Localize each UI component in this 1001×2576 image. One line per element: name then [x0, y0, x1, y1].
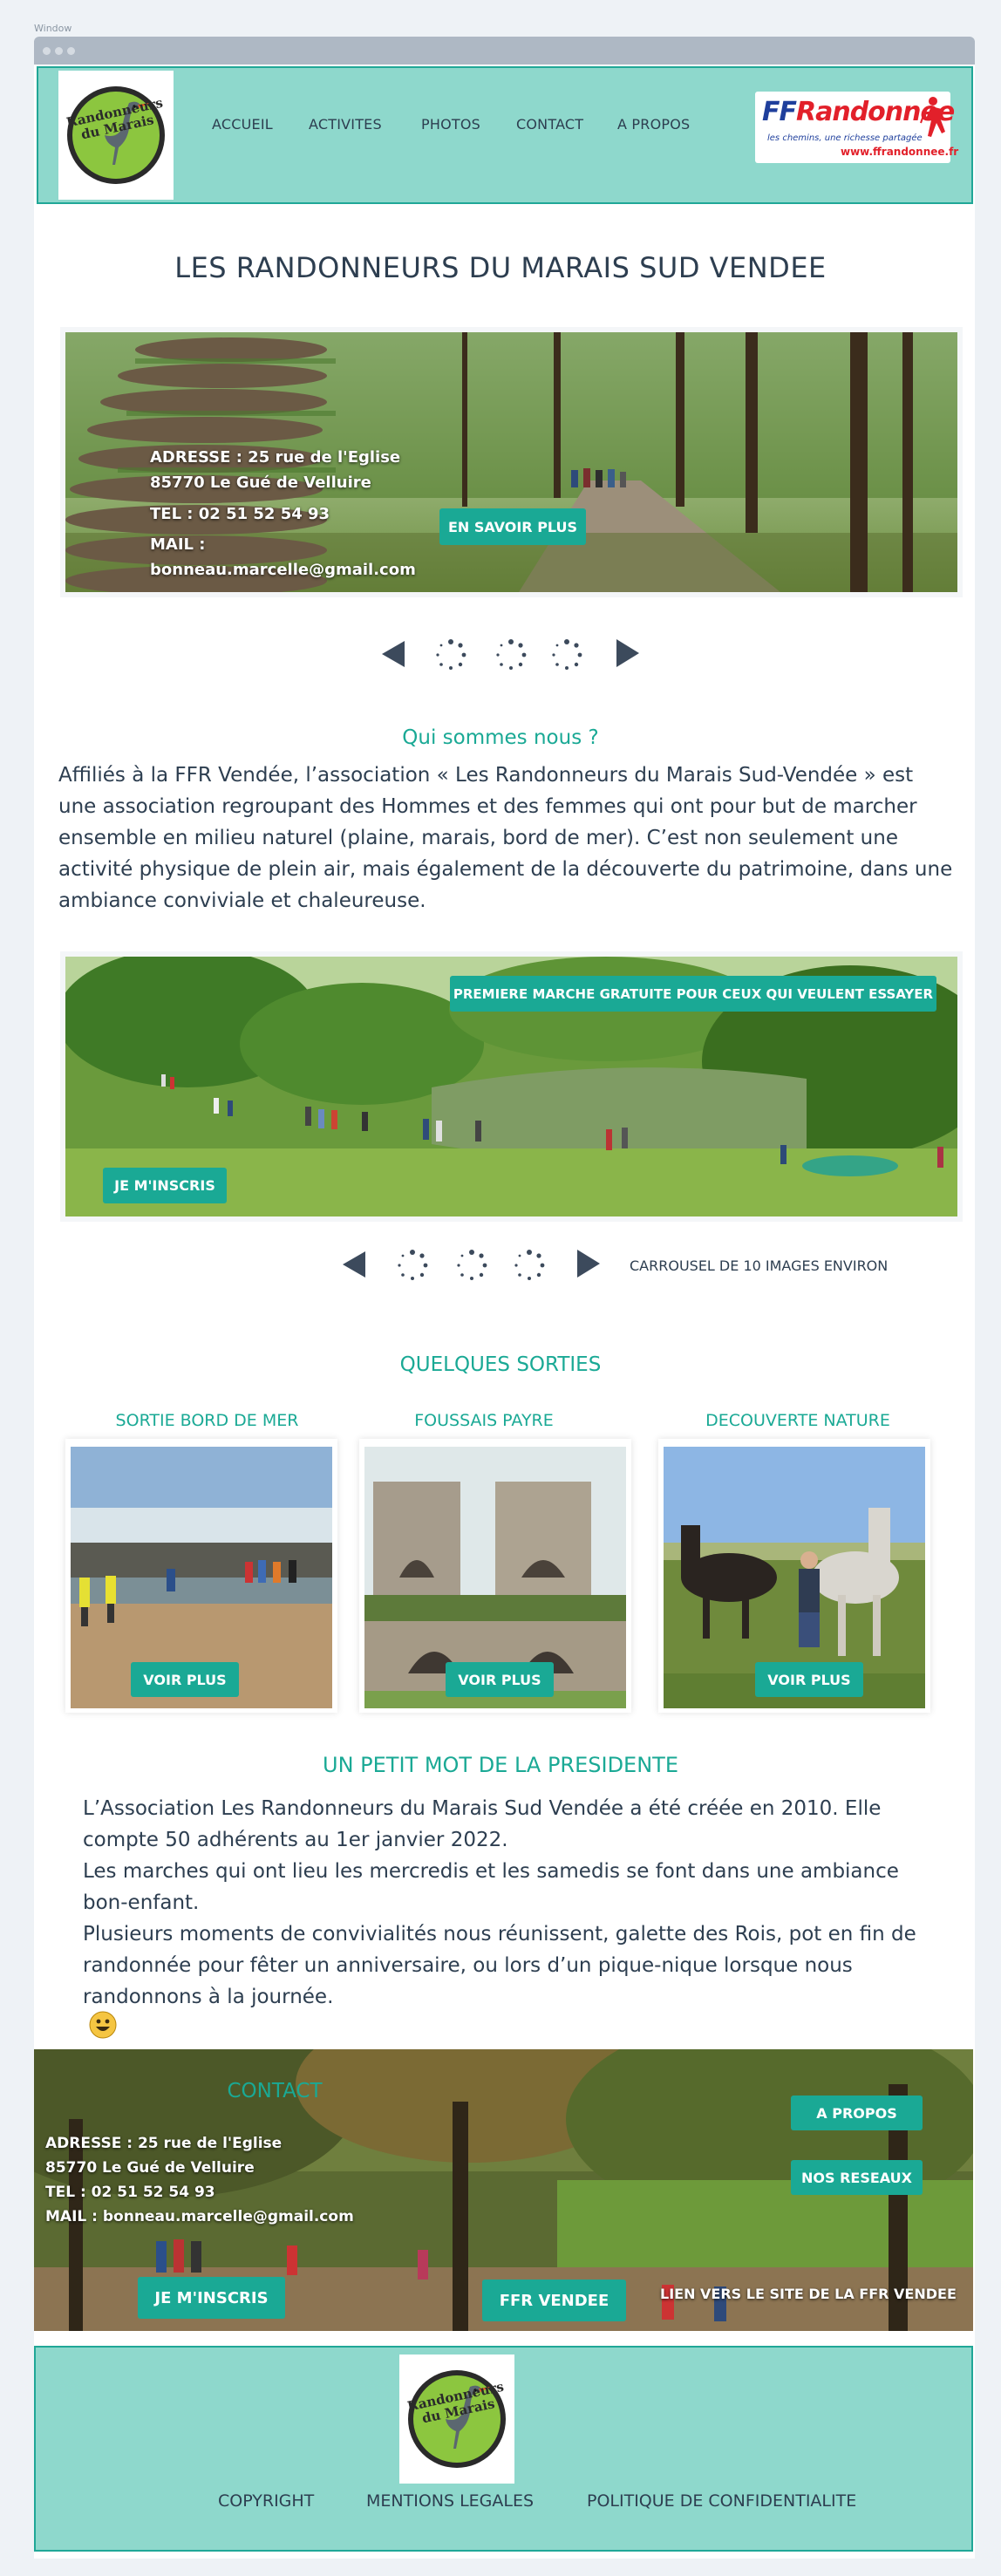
triangle-left-icon	[343, 1251, 365, 1278]
footer-club-logo[interactable]: Randonneurs du Marais	[399, 2355, 514, 2484]
president-text: L’Association Les Randonneurs du Marais …	[83, 1793, 955, 2013]
outings-title: QUELQUES SORTIES	[399, 1353, 602, 1376]
hero-address-line2: 85770 Le Gué de Velluire	[150, 474, 371, 492]
ffr-url: www.ffrandonnee.fr	[841, 146, 959, 158]
contact-address-line2: 85770 Le Gué de Velluire	[45, 2159, 255, 2177]
hero-dot-3[interactable]	[550, 638, 583, 675]
hero-mail-label: MAIL :	[150, 535, 206, 554]
voir-plus-foussais-payre-button[interactable]: VOIR PLUS	[446, 1662, 554, 1697]
window-label: Window	[34, 23, 72, 34]
loading-dots-icon	[514, 1250, 545, 1280]
carousel-dot-3[interactable]	[513, 1249, 546, 1285]
about-line: activité physique de plein air, mais éga…	[58, 858, 953, 881]
carousel-caption: CARROUSEL DE 10 IMAGES ENVIRON	[630, 1257, 889, 1274]
president-line: bon-enfant.	[83, 1891, 200, 1914]
president-line: randonnée pour fêter un anniversaire, ou…	[83, 1954, 853, 1977]
window-dot-minimize[interactable]	[55, 47, 63, 55]
ffr-logo-ff: FF	[762, 97, 797, 127]
club-logo[interactable]: Randonneurs du Marais	[58, 71, 174, 200]
hero-next-arrow[interactable]	[615, 637, 641, 672]
outing-title-bord-de-mer: SORTIE BORD DE MER	[115, 1411, 299, 1430]
nav-photos[interactable]: PHOTOS	[421, 116, 480, 133]
loading-dots-icon	[398, 1250, 428, 1280]
footer-link-copyright[interactable]: COPYRIGHT	[218, 2491, 314, 2511]
smiley-emoji-icon	[89, 2011, 117, 2042]
contact-tel: TEL : 02 51 52 54 93	[45, 2184, 215, 2201]
contact-address-line1: ADRESSE : 25 rue de l'Eglise	[45, 2135, 283, 2152]
outing-title-foussais-payre: FOUSSAIS PAYRE	[414, 1411, 554, 1430]
nav-contact[interactable]: CONTACT	[516, 116, 583, 133]
president-line: L’Association Les Randonneurs du Marais …	[83, 1797, 882, 1820]
president-line: compte 50 adhérents au 1er janvier 2022.	[83, 1829, 508, 1851]
carousel-signup-button[interactable]: JE M'INSCRIS	[103, 1168, 227, 1203]
about-line: une association regroupant des Hommes et…	[58, 795, 917, 818]
hero-dot-2[interactable]	[494, 638, 528, 675]
voir-plus-decouverte-nature-button[interactable]: VOIR PLUS	[755, 1662, 863, 1697]
footer-link-mentions-legales[interactable]: MENTIONS LEGALES	[366, 2491, 534, 2511]
hero-dot-1[interactable]	[434, 638, 467, 675]
about-text: Affiliés à la FFR Vendée, l’association …	[58, 760, 965, 917]
about-line: ambiance conviviale et chaleureuse.	[58, 889, 426, 912]
outing-title-decouverte-nature: DECOUVERTE NATURE	[705, 1411, 890, 1430]
president-line: Plusieurs moments de convivialités nous …	[83, 1923, 916, 1946]
contact-title: CONTACT	[227, 2080, 323, 2102]
ffr-tagline: les chemins, une richesse partagée	[767, 133, 923, 143]
window-dot-close[interactable]	[43, 47, 51, 55]
nos-reseaux-button[interactable]: NOS RESEAUX	[791, 2160, 923, 2195]
loading-dots-icon	[436, 639, 466, 670]
ffr-vendee-button[interactable]: FFR VENDEE	[482, 2280, 626, 2321]
a-propos-button[interactable]: A PROPOS	[791, 2096, 923, 2130]
president-line: Les marches qui ont lieu les mercredis e…	[83, 1860, 899, 1883]
carousel-dot-2[interactable]	[455, 1249, 488, 1285]
page-title: LES RANDONNEURS DU MARAIS SUD VENDEE	[174, 251, 827, 284]
about-line: ensemble en milieu naturel (plaine, mara…	[58, 827, 898, 849]
loading-dots-icon	[552, 639, 582, 670]
president-title: UN PETIT MOT DE LA PRESIDENTE	[323, 1753, 678, 1777]
contact-mail: MAIL : bonneau.marcelle@gmail.com	[45, 2208, 354, 2225]
triangle-right-icon	[577, 1250, 600, 1278]
hero-mail-value: bonneau.marcelle@gmail.com	[150, 561, 416, 579]
carousel-dot-1[interactable]	[396, 1249, 429, 1285]
triangle-left-icon	[382, 641, 405, 667]
loading-dots-icon	[496, 639, 527, 670]
hero-tel: TEL : 02 51 52 54 93	[150, 505, 330, 523]
about-title: Qui sommes nous ?	[402, 726, 599, 749]
loading-dots-icon	[457, 1250, 487, 1280]
nav-a-propos[interactable]: A PROPOS	[617, 116, 690, 133]
en-savoir-plus-button[interactable]: EN SAVOIR PLUS	[439, 508, 586, 545]
first-walk-free-button[interactable]: PREMIERE MARCHE GRATUITE POUR CEUX QUI V…	[450, 976, 936, 1012]
nav-activites[interactable]: ACTIVITES	[309, 116, 382, 133]
carousel-next-arrow[interactable]	[575, 1248, 602, 1283]
ffr-vendee-caption: LIEN VERS LE SITE DE LA FFR VENDEE	[660, 2286, 957, 2302]
nav-accueil[interactable]: ACCUEIL	[212, 116, 273, 133]
window-dot-maximize[interactable]	[67, 47, 75, 55]
window-titlebar	[34, 37, 975, 65]
about-line: Affiliés à la FFR Vendée, l’association …	[58, 764, 914, 787]
carousel-prev-arrow[interactable]	[341, 1250, 367, 1283]
hero-prev-arrow[interactable]	[380, 639, 406, 672]
voir-plus-bord-de-mer-button[interactable]: VOIR PLUS	[131, 1662, 239, 1697]
hero-address-line1: ADRESSE : 25 rue de l'Eglise	[150, 448, 401, 467]
contact-signup-button[interactable]: JE M'INSCRIS	[138, 2277, 285, 2319]
footer-link-politique-confidentialite[interactable]: POLITIQUE DE CONFIDENTIALITE	[587, 2491, 856, 2511]
president-line: randonnons à la journée.	[83, 1986, 334, 2008]
triangle-right-icon	[616, 639, 639, 667]
ffr-logo[interactable]: FFRandonnée les chemins, une richesse pa…	[755, 92, 958, 163]
